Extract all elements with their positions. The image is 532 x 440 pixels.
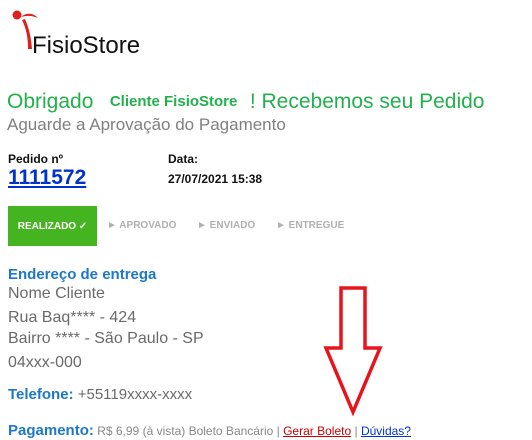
order-number-link[interactable]: 1111572 (8, 166, 86, 190)
phone-value: +55119xxxx-xxxx (77, 386, 193, 403)
step-realizado: REALIZADO ✓ (8, 206, 97, 246)
date-value: 27/07/2021 15:38 (168, 172, 263, 186)
thank-you-heading: Obrigado Cliente FisioStore ! Recebemos … (7, 90, 484, 114)
payment-details: R$ 6,99 (à vista) Boleto Bancário | (97, 424, 280, 438)
payment-approval-subtitle: Aguarde a Aprovação do Pagamento (7, 115, 286, 134)
brand-logo: FisioStore (8, 4, 168, 60)
step-aprovado: ► APROVADO (107, 220, 177, 231)
shipping-address-title: Endereço de entrega (8, 266, 157, 283)
address-line-zip: 04xxx-000 (8, 354, 82, 371)
step-enviado: ► ENVIADO (197, 220, 256, 231)
red-down-arrow-annotation (323, 286, 383, 416)
thanks-suffix: ! Recebemos seu Pedido (249, 90, 485, 113)
phone-label: Telefone: (8, 386, 74, 403)
address-line-name: Nome Cliente (8, 285, 105, 302)
brand-name: FisioStore (32, 32, 141, 59)
generate-boleto-link[interactable]: Gerar Boleto (283, 424, 351, 438)
address-line-street: Rua Baq**** - 424 (8, 309, 137, 326)
payment-separator: | (354, 424, 358, 438)
client-name: Cliente FisioStore (109, 93, 238, 110)
thanks-prefix: Obrigado (7, 90, 94, 113)
step-entregue: ► ENTREGUE (276, 220, 345, 231)
payment-label: Pagamento: (8, 422, 94, 439)
order-status-tracker: REALIZADO ✓ ► APROVADO ► ENVIADO ► ENTRE… (8, 206, 528, 246)
address-line-district: Bairro **** - São Paulo - SP (8, 330, 204, 347)
payment-row: Pagamento: R$ 6,99 (à vista) Boleto Banc… (8, 422, 411, 439)
date-label: Data: (168, 152, 199, 166)
order-number-label: Pedido nº (8, 152, 64, 166)
phone-row: Telefone: +55119xxxx-xxxx (8, 386, 192, 403)
help-link[interactable]: Dúvidas? (361, 424, 411, 438)
